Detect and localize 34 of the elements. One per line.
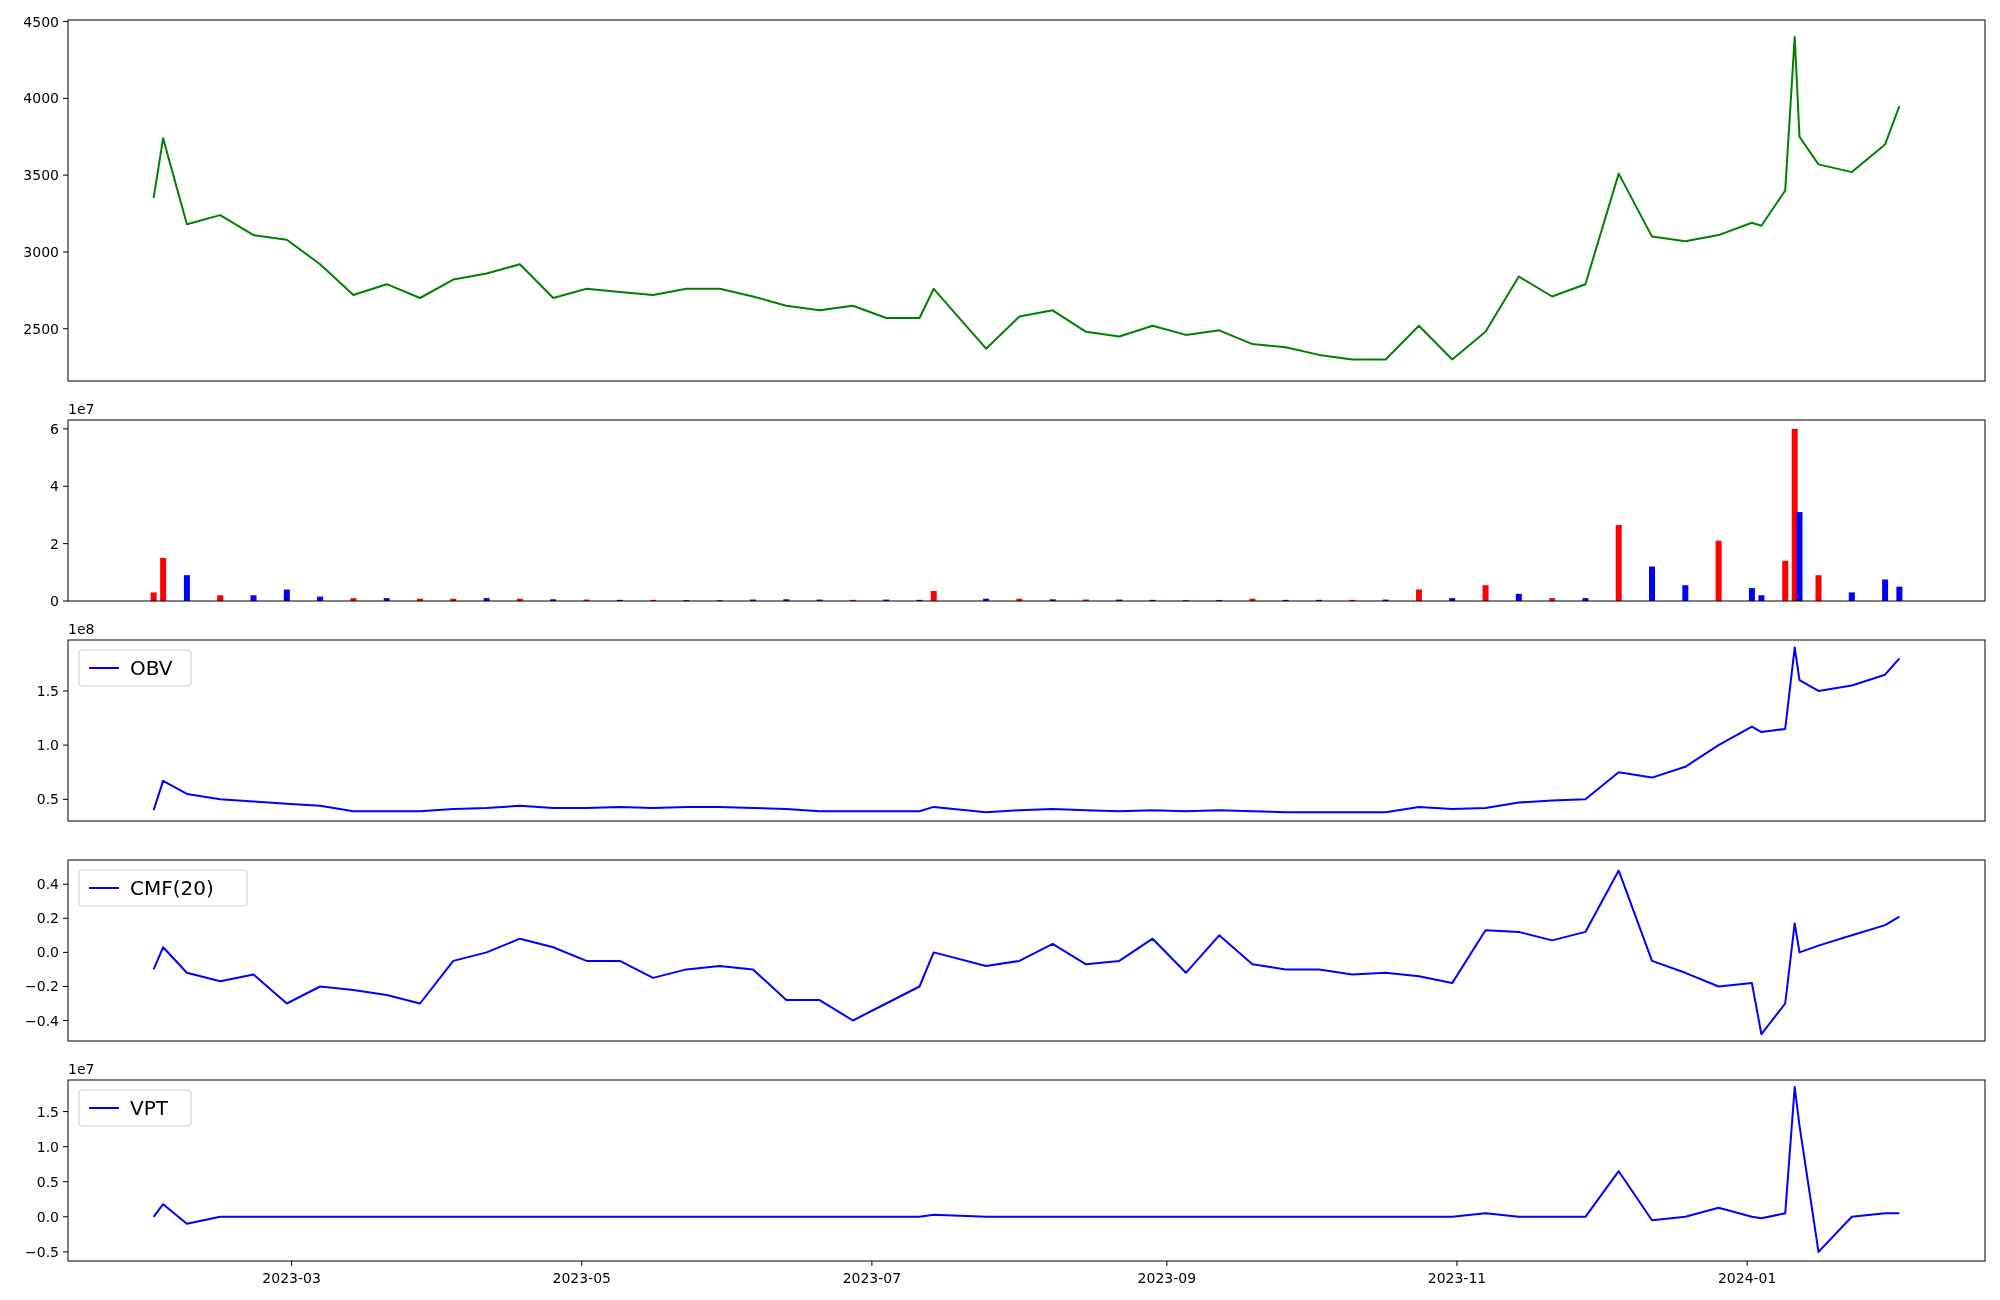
tick-label: 4000 <box>23 90 59 107</box>
tick-label: 0.2 <box>36 910 59 927</box>
tick-label: 2023-03 <box>262 1270 321 1286</box>
legend-label: VPT <box>130 1096 168 1120</box>
tick-label: −0.2 <box>25 978 59 995</box>
tick-label: 2024-01 <box>1717 1270 1777 1286</box>
tick-label: 2500 <box>23 320 59 337</box>
tick-label: 1.5 <box>36 1103 59 1120</box>
tick-label: 1.0 <box>36 1138 59 1155</box>
legend-label: OBV <box>130 656 173 680</box>
tick-label: −0.5 <box>25 1243 59 1260</box>
axis-offset-label: 1e7 <box>68 1061 95 1077</box>
tick-label: 0 <box>50 593 59 609</box>
tick-label: 3500 <box>23 167 59 184</box>
tick-label: 6 <box>50 420 59 437</box>
tick-label: 4500 <box>23 13 59 30</box>
tick-label: 1.0 <box>36 737 59 754</box>
tick-label: 0.5 <box>36 1173 59 1190</box>
tick-label: 4 <box>50 478 59 495</box>
legend-label: CMF(20) <box>130 876 214 900</box>
tick-label: 3000 <box>23 243 59 260</box>
tick-label: 2023-09 <box>1137 1270 1197 1286</box>
tick-label: 1.5 <box>36 682 59 699</box>
tick-label: 0.0 <box>36 944 59 961</box>
tick-label: 2023-11 <box>1427 1270 1487 1286</box>
axis-offset-label: 1e8 <box>68 621 95 637</box>
tick-label: −0.4 <box>25 1012 59 1029</box>
tick-label: 2023-07 <box>842 1270 902 1286</box>
axis-offset-label: 1e7 <box>68 401 95 417</box>
tick-label: 0.5 <box>36 791 59 808</box>
tick-label: 2 <box>50 535 59 552</box>
tick-label: 0.0 <box>36 1208 59 1225</box>
tick-label: 0.4 <box>36 876 59 893</box>
tick-label: 2023-05 <box>552 1270 611 1286</box>
